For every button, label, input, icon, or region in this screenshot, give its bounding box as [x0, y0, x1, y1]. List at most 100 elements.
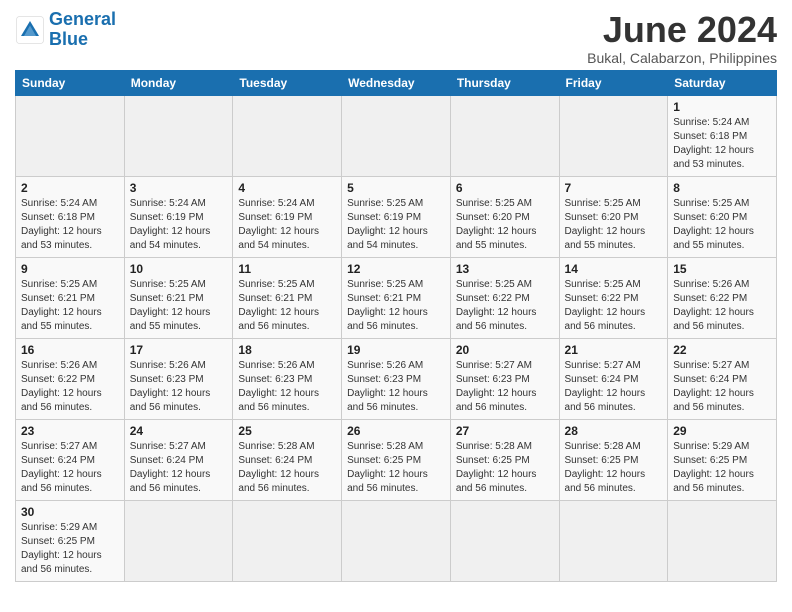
col-header-sunday: Sunday	[16, 70, 125, 95]
logo-icon	[15, 15, 45, 45]
day-cell	[342, 95, 451, 176]
day-info: Sunrise: 5:28 AMSunset: 6:25 PMDaylight:…	[565, 440, 663, 496]
week-row-5: 23 Sunrise: 5:27 AMSunset: 6:24 PMDayligh…	[16, 419, 777, 500]
day-info: Sunrise: 5:24 AMSunset: 6:19 PMDaylight:…	[238, 197, 336, 253]
day-cell: 20Sunrise: 5:27 AMSunset: 6:23 PMDayligh…	[450, 338, 559, 419]
day-cell: 24 Sunrise: 5:27 AMSunset: 6:24 PMDayligh…	[124, 419, 233, 500]
logo: GeneralBlue	[15, 10, 116, 50]
day-cell	[124, 95, 233, 176]
day-number: 3	[130, 181, 228, 195]
day-cell: 2Sunrise: 5:24 AMSunset: 6:18 PMDaylight…	[16, 176, 125, 257]
day-number: 15	[673, 262, 771, 276]
col-header-thursday: Thursday	[450, 70, 559, 95]
day-info: Sunrise: 5:25 AMSunset: 6:21 PMDaylight:…	[21, 278, 119, 334]
day-info: Sunrise: 5:26 AMSunset: 6:23 PMDaylight:…	[238, 359, 336, 415]
day-cell	[124, 500, 233, 581]
day-cell: 14 Sunrise: 5:25 AMSunset: 6:22 PMDayligh…	[559, 257, 668, 338]
day-info: Sunrise: 5:25 AMSunset: 6:22 PMDaylight:…	[565, 278, 663, 334]
day-info: Sunrise: 5:25 AMSunset: 6:20 PMDaylight:…	[673, 197, 771, 253]
week-row-1: 1 Sunrise: 5:24 AMSunset: 6:18 PMDaylight…	[16, 95, 777, 176]
day-cell: 7Sunrise: 5:25 AMSunset: 6:20 PMDaylight…	[559, 176, 668, 257]
day-info: Sunrise: 5:25 AMSunset: 6:21 PMDaylight:…	[238, 278, 336, 334]
col-header-tuesday: Tuesday	[233, 70, 342, 95]
day-cell: 12Sunrise: 5:25 AMSunset: 6:21 PMDayligh…	[342, 257, 451, 338]
day-info: Sunrise: 5:28 AMSunset: 6:25 PMDaylight:…	[347, 440, 445, 496]
day-cell: 21Sunrise: 5:27 AMSunset: 6:24 PMDayligh…	[559, 338, 668, 419]
day-info: Sunrise: 5:28 AMSunset: 6:24 PMDaylight:…	[238, 440, 336, 496]
day-number: 30	[21, 505, 119, 519]
day-info: Sunrise: 5:25 AMSunset: 6:21 PMDaylight:…	[347, 278, 445, 334]
day-number: 5	[347, 181, 445, 195]
day-cell	[233, 95, 342, 176]
week-row-2: 2Sunrise: 5:24 AMSunset: 6:18 PMDaylight…	[16, 176, 777, 257]
day-number: 6	[456, 181, 554, 195]
day-cell: 15 Sunrise: 5:26 AMSunset: 6:22 PMDayligh…	[668, 257, 777, 338]
day-number: 23	[21, 424, 119, 438]
day-cell	[668, 500, 777, 581]
day-number: 1	[673, 100, 771, 114]
day-cell: 9 Sunrise: 5:25 AMSunset: 6:21 PMDaylight…	[16, 257, 125, 338]
col-header-saturday: Saturday	[668, 70, 777, 95]
day-cell: 29Sunrise: 5:29 AMSunset: 6:25 PMDayligh…	[668, 419, 777, 500]
day-cell: 11 Sunrise: 5:25 AMSunset: 6:21 PMDayligh…	[233, 257, 342, 338]
day-cell: 5 Sunrise: 5:25 AMSunset: 6:19 PMDaylight…	[342, 176, 451, 257]
day-cell	[233, 500, 342, 581]
day-info: Sunrise: 5:26 AMSunset: 6:23 PMDaylight:…	[130, 359, 228, 415]
day-cell: 8 Sunrise: 5:25 AMSunset: 6:20 PMDaylight…	[668, 176, 777, 257]
day-number: 10	[130, 262, 228, 276]
day-cell: 25Sunrise: 5:28 AMSunset: 6:24 PMDayligh…	[233, 419, 342, 500]
day-info: Sunrise: 5:27 AMSunset: 6:24 PMDaylight:…	[130, 440, 228, 496]
day-info: Sunrise: 5:25 AMSunset: 6:20 PMDaylight:…	[456, 197, 554, 253]
calendar-subtitle: Bukal, Calabarzon, Philippines	[587, 50, 777, 66]
day-info: Sunrise: 5:25 AMSunset: 6:21 PMDaylight:…	[130, 278, 228, 334]
day-cell: 17Sunrise: 5:26 AMSunset: 6:23 PMDayligh…	[124, 338, 233, 419]
day-cell	[559, 95, 668, 176]
day-info: Sunrise: 5:29 AMSunset: 6:25 PMDaylight:…	[21, 521, 119, 577]
day-cell: 23Sunrise: 5:27 AMSunset: 6:24 PMDayligh…	[16, 419, 125, 500]
page-header: GeneralBlue June 2024 Bukal, Calabarzon,…	[15, 10, 777, 66]
header-row: SundayMondayTuesdayWednesdayThursdayFrid…	[16, 70, 777, 95]
day-number: 19	[347, 343, 445, 357]
day-number: 18	[238, 343, 336, 357]
day-info: Sunrise: 5:26 AMSunset: 6:22 PMDaylight:…	[21, 359, 119, 415]
day-info: Sunrise: 5:25 AMSunset: 6:19 PMDaylight:…	[347, 197, 445, 253]
day-info: Sunrise: 5:27 AMSunset: 6:24 PMDaylight:…	[673, 359, 771, 415]
col-header-friday: Friday	[559, 70, 668, 95]
day-number: 16	[21, 343, 119, 357]
day-cell: 22 Sunrise: 5:27 AMSunset: 6:24 PMDayligh…	[668, 338, 777, 419]
title-block: June 2024 Bukal, Calabarzon, Philippines	[587, 10, 777, 66]
day-cell: 28 Sunrise: 5:28 AMSunset: 6:25 PMDayligh…	[559, 419, 668, 500]
day-number: 8	[673, 181, 771, 195]
day-number: 22	[673, 343, 771, 357]
day-info: Sunrise: 5:24 AMSunset: 6:18 PMDaylight:…	[673, 116, 771, 172]
day-cell: 6 Sunrise: 5:25 AMSunset: 6:20 PMDaylight…	[450, 176, 559, 257]
day-number: 9	[21, 262, 119, 276]
day-number: 13	[456, 262, 554, 276]
day-cell: 18 Sunrise: 5:26 AMSunset: 6:23 PMDayligh…	[233, 338, 342, 419]
day-cell: 3Sunrise: 5:24 AMSunset: 6:19 PMDaylight…	[124, 176, 233, 257]
day-number: 28	[565, 424, 663, 438]
day-number: 26	[347, 424, 445, 438]
day-cell: 19 Sunrise: 5:26 AMSunset: 6:23 PMDayligh…	[342, 338, 451, 419]
week-row-4: 16 Sunrise: 5:26 AMSunset: 6:22 PMDayligh…	[16, 338, 777, 419]
day-info: Sunrise: 5:27 AMSunset: 6:23 PMDaylight:…	[456, 359, 554, 415]
day-cell: 16 Sunrise: 5:26 AMSunset: 6:22 PMDayligh…	[16, 338, 125, 419]
calendar-title: June 2024	[587, 10, 777, 50]
day-number: 27	[456, 424, 554, 438]
day-number: 24	[130, 424, 228, 438]
day-info: Sunrise: 5:26 AMSunset: 6:23 PMDaylight:…	[347, 359, 445, 415]
day-info: Sunrise: 5:29 AMSunset: 6:25 PMDaylight:…	[673, 440, 771, 496]
day-info: Sunrise: 5:25 AMSunset: 6:20 PMDaylight:…	[565, 197, 663, 253]
day-cell: 27 Sunrise: 5:28 AMSunset: 6:25 PMDayligh…	[450, 419, 559, 500]
day-number: 14	[565, 262, 663, 276]
day-number: 11	[238, 262, 336, 276]
day-info: Sunrise: 5:26 AMSunset: 6:22 PMDaylight:…	[673, 278, 771, 334]
day-info: Sunrise: 5:24 AMSunset: 6:18 PMDaylight:…	[21, 197, 119, 253]
day-info: Sunrise: 5:28 AMSunset: 6:25 PMDaylight:…	[456, 440, 554, 496]
day-info: Sunrise: 5:25 AMSunset: 6:22 PMDaylight:…	[456, 278, 554, 334]
day-cell: 30 Sunrise: 5:29 AMSunset: 6:25 PMDayligh…	[16, 500, 125, 581]
day-info: Sunrise: 5:27 AMSunset: 6:24 PMDaylight:…	[565, 359, 663, 415]
day-cell	[450, 500, 559, 581]
day-cell: 13 Sunrise: 5:25 AMSunset: 6:22 PMDayligh…	[450, 257, 559, 338]
day-number: 4	[238, 181, 336, 195]
